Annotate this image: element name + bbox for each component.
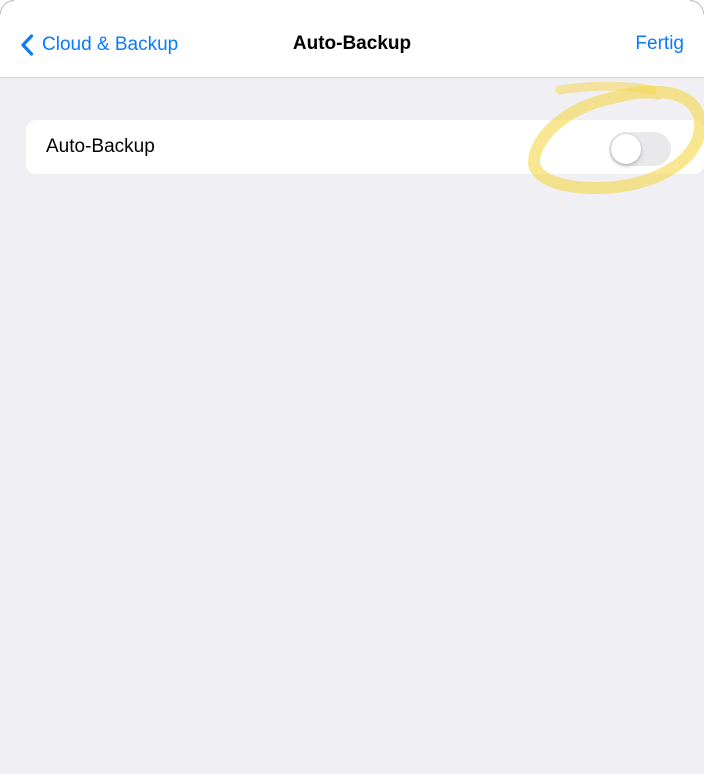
back-button[interactable]: Cloud & Backup xyxy=(20,30,178,60)
auto-backup-toggle[interactable] xyxy=(609,132,671,166)
settings-screen: Cloud & Backup Auto-Backup Fertig Auto-B… xyxy=(0,0,704,774)
navigation-bar: Cloud & Backup Auto-Backup Fertig xyxy=(0,0,704,78)
back-button-label: Cloud & Backup xyxy=(42,34,179,55)
done-button[interactable]: Fertig xyxy=(635,33,684,55)
settings-group: Auto-Backup xyxy=(26,120,704,174)
auto-backup-label: Auto-Backup xyxy=(46,136,155,157)
chevron-left-icon xyxy=(20,34,34,56)
toggle-knob xyxy=(611,134,641,164)
